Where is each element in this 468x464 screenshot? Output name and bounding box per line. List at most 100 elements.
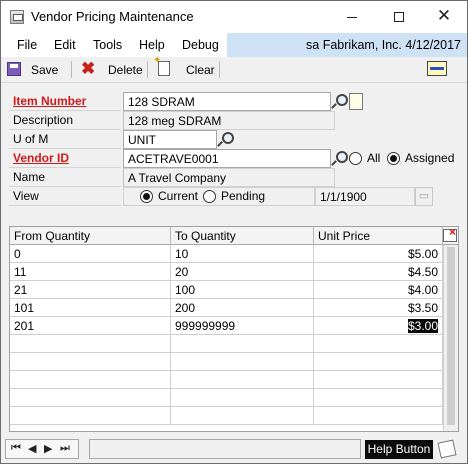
- title-bar: Vendor Pricing Maintenance ✕: [1, 1, 467, 33]
- pending-radio-label: Pending: [221, 189, 266, 203]
- pending-radio[interactable]: [203, 190, 216, 203]
- vendor-id-field[interactable]: ACETRAVE0001: [123, 149, 331, 168]
- unit-price-cell[interactable]: $4.50: [314, 263, 443, 281]
- item-number-label-cell: Item Number: [9, 92, 121, 111]
- col-from-quantity[interactable]: From Quantity: [10, 227, 171, 245]
- toolbar-separator: [71, 61, 72, 78]
- vendor-lookup-icon[interactable]: [331, 150, 348, 167]
- item-number-field[interactable]: 128 SDRAM: [123, 92, 331, 111]
- unit-price-cell[interactable]: [314, 389, 443, 407]
- item-number-label[interactable]: Item Number: [13, 94, 86, 108]
- from-quantity-cell[interactable]: 0: [10, 245, 171, 263]
- clear-button[interactable]: Clear: [149, 55, 215, 83]
- help-button[interactable]: Help Button: [365, 440, 433, 459]
- to-quantity-cell[interactable]: 100: [171, 281, 314, 299]
- unit-price-cell[interactable]: $5.00: [314, 245, 443, 263]
- current-radio-label: Current: [158, 189, 199, 203]
- scrollbar-thumb[interactable]: [447, 247, 455, 425]
- close-button[interactable]: ✕: [421, 1, 467, 31]
- unit-price-cell[interactable]: $3.00: [314, 317, 443, 335]
- menu-help[interactable]: Help: [139, 38, 165, 52]
- last-record-icon[interactable]: ⏭: [60, 442, 70, 455]
- assigned-radio[interactable]: [387, 152, 400, 165]
- uofm-row: U of M UNIT: [9, 130, 459, 149]
- description-row: Description 128 meg SDRAM: [9, 111, 459, 130]
- table-row[interactable]: [10, 371, 443, 389]
- menu-debug[interactable]: Debug: [182, 38, 219, 52]
- to-quantity-cell[interactable]: 999999999: [171, 317, 314, 335]
- bottom-bar: ⏮ ◀ ▶ ⏭ Help Button: [1, 437, 467, 463]
- to-quantity-cell[interactable]: [171, 371, 314, 389]
- from-quantity-cell[interactable]: 101: [10, 299, 171, 317]
- window-note-icon[interactable]: [437, 439, 457, 459]
- from-quantity-cell[interactable]: [10, 407, 171, 425]
- toolbar: Save ✖ Delete Clear: [1, 55, 467, 83]
- clear-label: Clear: [186, 63, 215, 77]
- col-unit-price[interactable]: Unit Price: [314, 227, 443, 245]
- uofm-field[interactable]: UNIT: [123, 130, 217, 149]
- table-row[interactable]: [10, 353, 443, 371]
- table-row[interactable]: 201 999999999 $3.00: [10, 317, 443, 335]
- table-row[interactable]: 21 100 $4.00: [10, 281, 443, 299]
- name-label-cell: Name: [9, 168, 121, 187]
- maximize-button[interactable]: [376, 1, 422, 31]
- minimize-button[interactable]: [329, 1, 375, 31]
- col-to-quantity[interactable]: To Quantity: [171, 227, 314, 245]
- delete-icon: ✖: [81, 59, 96, 78]
- delete-label: Delete: [108, 63, 143, 77]
- unit-price-cell[interactable]: [314, 407, 443, 425]
- to-quantity-cell[interactable]: 200: [171, 299, 314, 317]
- unit-price-cell[interactable]: [314, 335, 443, 353]
- save-label: Save: [31, 63, 59, 77]
- table-row[interactable]: 101 200 $3.50: [10, 299, 443, 317]
- table-row[interactable]: [10, 389, 443, 407]
- unit-price-cell[interactable]: $4.00: [314, 281, 443, 299]
- menu-edit[interactable]: Edit: [54, 38, 76, 52]
- grid-scrollbar[interactable]: [443, 245, 458, 431]
- first-record-icon[interactable]: ⏮: [11, 442, 21, 455]
- to-quantity-cell[interactable]: 10: [171, 245, 314, 263]
- save-button[interactable]: Save: [1, 57, 67, 83]
- window-app-icon: [10, 10, 24, 24]
- from-quantity-cell[interactable]: [10, 371, 171, 389]
- item-lookup-icon[interactable]: [331, 93, 348, 110]
- uofm-label: U of M: [13, 132, 49, 146]
- to-quantity-cell[interactable]: [171, 353, 314, 371]
- description-label-cell: Description: [9, 111, 121, 130]
- vendor-id-label[interactable]: Vendor ID: [13, 151, 69, 165]
- table-row[interactable]: 0 10 $5.00: [10, 245, 443, 263]
- table-row[interactable]: 11 20 $4.50: [10, 263, 443, 281]
- vendor-name-value: A Travel Company: [123, 168, 335, 187]
- window-options-icon[interactable]: [427, 61, 447, 76]
- selected-cell-text[interactable]: $3.00: [407, 319, 438, 333]
- unit-price-cell[interactable]: [314, 371, 443, 389]
- table-row[interactable]: [10, 407, 443, 425]
- to-quantity-cell[interactable]: [171, 335, 314, 353]
- unit-price-cell[interactable]: $3.50: [314, 299, 443, 317]
- expand-grid-icon[interactable]: [443, 225, 457, 242]
- previous-record-icon[interactable]: ◀: [28, 442, 36, 455]
- from-quantity-cell[interactable]: 21: [10, 281, 171, 299]
- item-note-icon[interactable]: [349, 93, 363, 110]
- current-radio[interactable]: [140, 190, 153, 203]
- all-radio[interactable]: [349, 152, 362, 165]
- from-quantity-cell[interactable]: [10, 335, 171, 353]
- minimize-icon: [347, 16, 357, 18]
- calendar-icon: ▭: [415, 187, 433, 206]
- table-row[interactable]: [10, 335, 443, 353]
- uofm-lookup-icon[interactable]: [217, 131, 234, 148]
- menu-file[interactable]: File: [17, 38, 37, 52]
- menu-bar: File Edit Tools Help Debug sa Fabrikam, …: [1, 33, 467, 57]
- from-quantity-cell[interactable]: 201: [10, 317, 171, 335]
- to-quantity-cell[interactable]: [171, 407, 314, 425]
- menu-tools[interactable]: Tools: [93, 38, 122, 52]
- from-quantity-cell[interactable]: [10, 389, 171, 407]
- next-record-icon[interactable]: ▶: [44, 442, 52, 455]
- from-quantity-cell[interactable]: 11: [10, 263, 171, 281]
- unit-price-cell[interactable]: [314, 353, 443, 371]
- save-icon: [7, 62, 21, 76]
- from-quantity-cell[interactable]: [10, 353, 171, 371]
- to-quantity-cell[interactable]: 20: [171, 263, 314, 281]
- to-quantity-cell[interactable]: [171, 389, 314, 407]
- delete-button[interactable]: ✖ Delete: [73, 57, 145, 83]
